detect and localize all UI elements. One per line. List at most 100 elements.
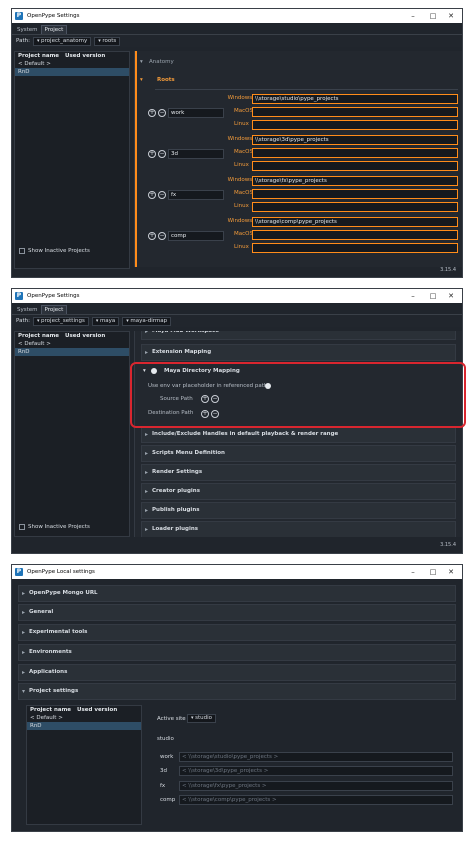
- section-extension-mapping[interactable]: Extension Mapping: [141, 344, 456, 361]
- root-add-icon[interactable]: +: [148, 191, 156, 199]
- root-path-linux[interactable]: [252, 120, 458, 130]
- root-remove-icon[interactable]: −: [158, 191, 166, 199]
- section-creator-plugins[interactable]: Creator plugins: [141, 483, 456, 500]
- root-name-field[interactable]: work: [168, 108, 224, 118]
- project-item-rnd[interactable]: RnD: [15, 68, 129, 76]
- roots-label[interactable]: Roots: [157, 77, 175, 83]
- path-segment-maya-dirmap[interactable]: maya-dirmap: [122, 316, 172, 326]
- root-add-icon[interactable]: +: [148, 232, 156, 240]
- destination-path-remove-icon[interactable]: −: [211, 410, 219, 418]
- path-segment-roots[interactable]: roots: [94, 36, 121, 46]
- title-bar: P OpenPype Local settings – □ ✕: [12, 565, 462, 579]
- root-path-linux[interactable]: [252, 243, 458, 253]
- env-var-label: Use env var placeholder in referenced pa…: [148, 383, 271, 389]
- roots-expand-icon[interactable]: ▾: [140, 77, 143, 83]
- project-list: Project name Used version < Default > Rn…: [14, 51, 130, 269]
- root-add-icon[interactable]: +: [148, 109, 156, 117]
- root-name-field[interactable]: fx: [168, 190, 224, 200]
- used-version-column[interactable]: Used version: [65, 53, 105, 59]
- section-environments[interactable]: Environments: [18, 644, 456, 661]
- project-item-rnd[interactable]: RnD: [27, 722, 141, 730]
- root-path-windows[interactable]: \\storage\comp\pype_projects: [252, 217, 458, 227]
- used-version-column[interactable]: Used version: [77, 707, 117, 713]
- env-var-toggle-icon[interactable]: [265, 383, 271, 389]
- section-project-settings[interactable]: Project settings: [18, 683, 456, 700]
- project-list-header: Project name Used version: [27, 706, 141, 714]
- root-name-field[interactable]: comp: [168, 231, 224, 241]
- section-include-exclude-handles[interactable]: Include/Exclude Handles in default playb…: [141, 426, 456, 443]
- tab-system[interactable]: System: [14, 26, 41, 34]
- show-inactive-checkbox[interactable]: [19, 248, 25, 254]
- minimize-icon[interactable]: –: [404, 289, 422, 303]
- path-segment-maya[interactable]: maya: [91, 316, 120, 326]
- root-name-field[interactable]: 3d: [168, 149, 224, 159]
- tab-system[interactable]: System: [14, 306, 41, 314]
- used-version-column[interactable]: Used version: [65, 333, 105, 339]
- maximize-icon[interactable]: □: [424, 289, 442, 303]
- root-path-windows[interactable]: \\storage\studio\pype_projects: [252, 94, 458, 104]
- show-inactive-toggle[interactable]: Show Inactive Projects: [19, 524, 90, 530]
- dirmap-enable-toggle-icon[interactable]: [151, 368, 157, 374]
- destination-path-add-icon[interactable]: +: [201, 410, 209, 418]
- minimize-icon[interactable]: –: [404, 9, 422, 23]
- tab-project[interactable]: Project: [40, 305, 68, 314]
- section-scripts-menu-definition[interactable]: Scripts Menu Definition: [141, 445, 456, 462]
- section-experimental-tools[interactable]: Experimental tools: [18, 624, 456, 641]
- close-icon[interactable]: ✕: [442, 9, 460, 23]
- os-label: MacOS: [234, 190, 253, 196]
- tab-project[interactable]: Project: [40, 25, 68, 34]
- root-remove-icon[interactable]: −: [158, 150, 166, 158]
- close-icon[interactable]: ✕: [442, 565, 460, 579]
- root-path-linux[interactable]: [252, 202, 458, 212]
- window-title: OpenPype Settings: [27, 293, 80, 299]
- dirmap-title[interactable]: Maya Directory Mapping: [164, 368, 240, 374]
- minimize-icon[interactable]: –: [404, 565, 422, 579]
- show-inactive-label: Show Inactive Projects: [28, 524, 90, 530]
- section-general[interactable]: General: [18, 604, 456, 621]
- project-item-default[interactable]: < Default >: [15, 340, 129, 348]
- project-item-default[interactable]: < Default >: [15, 60, 129, 68]
- project-name-column[interactable]: Project name: [18, 53, 59, 59]
- source-path-remove-icon[interactable]: −: [211, 395, 219, 403]
- section-maya-msl-workspace[interactable]: Maya MSL Workspace: [141, 331, 456, 340]
- section-loader-plugins[interactable]: Loader plugins: [141, 521, 456, 537]
- maximize-icon[interactable]: □: [424, 565, 442, 579]
- project-name-column[interactable]: Project name: [30, 707, 71, 713]
- root-path-comp[interactable]: < \\storage\comp\pype_projects >: [179, 795, 453, 805]
- source-path-add-icon[interactable]: +: [201, 395, 209, 403]
- os-label: MacOS: [234, 231, 253, 237]
- root-path-macos[interactable]: [252, 107, 458, 117]
- active-site-select[interactable]: studio: [187, 714, 217, 723]
- section-render-settings[interactable]: Render Settings: [141, 464, 456, 481]
- anatomy-label[interactable]: Anatomy: [149, 59, 174, 65]
- section-publish-plugins[interactable]: Publish plugins: [141, 502, 456, 519]
- show-inactive-checkbox[interactable]: [19, 524, 25, 530]
- maximize-icon[interactable]: □: [424, 9, 442, 23]
- title-bar: P OpenPype Settings – □ ✕: [12, 289, 462, 303]
- show-inactive-toggle[interactable]: Show Inactive Projects: [19, 248, 90, 254]
- divider: [155, 89, 458, 90]
- section-applications[interactable]: Applications: [18, 664, 456, 681]
- anatomy-expand-icon[interactable]: ▾: [140, 59, 143, 65]
- root-path-windows[interactable]: \\storage\fx\pype_projects: [252, 176, 458, 186]
- dirmap-expand-icon[interactable]: ▾: [143, 368, 146, 374]
- project-name-column[interactable]: Project name: [18, 333, 59, 339]
- root-path-linux[interactable]: [252, 161, 458, 171]
- project-item-rnd[interactable]: RnD: [15, 348, 129, 356]
- root-path-macos[interactable]: [252, 148, 458, 158]
- root-path-macos[interactable]: [252, 189, 458, 199]
- root-path-macos[interactable]: [252, 230, 458, 240]
- root-remove-icon[interactable]: −: [158, 232, 166, 240]
- root-remove-icon[interactable]: −: [158, 109, 166, 117]
- root-path-fx[interactable]: < \\storage\fx\pype_projects >: [179, 781, 453, 791]
- project-item-default[interactable]: < Default >: [27, 714, 141, 722]
- root-path-3d[interactable]: < \\storage\3d\pype_projects >: [179, 766, 453, 776]
- path-segment-project-anatomy[interactable]: project_anatomy: [32, 36, 92, 46]
- path-segment-project-settings[interactable]: project_settings: [32, 316, 89, 326]
- root-path-work[interactable]: < \\storage\studio\pype_projects >: [179, 752, 453, 762]
- root-path-windows[interactable]: \\storage\3d\pype_projects: [252, 135, 458, 145]
- section-mongo-url[interactable]: OpenPype Mongo URL: [18, 585, 456, 602]
- close-icon[interactable]: ✕: [442, 289, 460, 303]
- root-add-icon[interactable]: +: [148, 150, 156, 158]
- root-name-comp: comp: [160, 797, 176, 803]
